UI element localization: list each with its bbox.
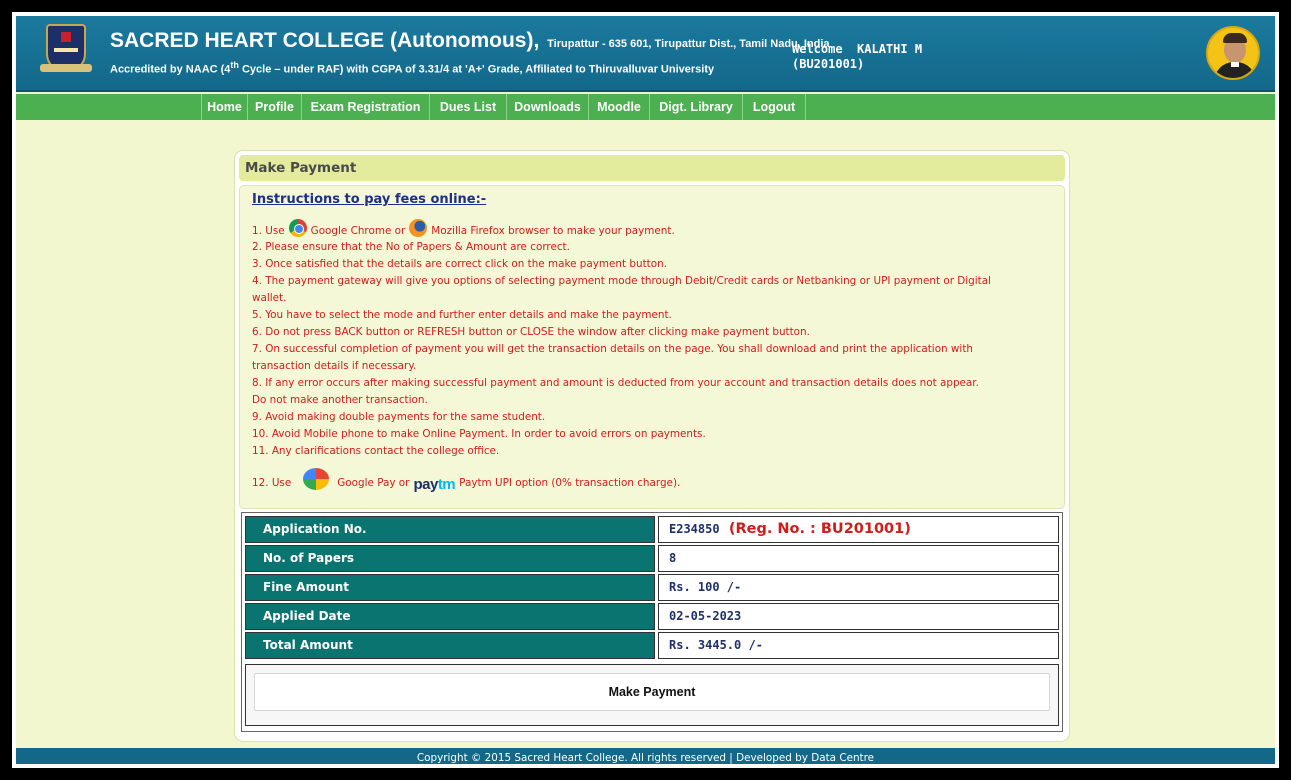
college-title: SACRED HEART COLLEGE (Autonomous), Tirup…	[110, 29, 830, 53]
chrome-icon	[288, 219, 307, 237]
welcome-message: Welcome KALATHI M (BU201001)	[792, 42, 922, 72]
detail-label: Application No.	[245, 516, 655, 543]
detail-value: 8	[658, 545, 1059, 572]
table-row: Applied Date 02-05-2023	[245, 603, 1059, 630]
college-name: SACRED HEART COLLEGE (Autonomous),	[110, 29, 540, 52]
nav-logout[interactable]: Logout	[743, 94, 806, 120]
welcome-reg-no: (BU201001)	[792, 57, 865, 71]
nav-dues-list[interactable]: Dues List	[430, 94, 507, 120]
instruction-1-b: Google Chrome or	[310, 225, 406, 237]
accreditation-pre: Accredited by NAAC (4	[110, 63, 231, 76]
detail-label: Applied Date	[245, 603, 655, 630]
table-row: No. of Papers 8	[245, 545, 1059, 572]
instruction-line: wallet.	[252, 292, 287, 304]
application-number: E234850	[669, 522, 720, 536]
welcome-user: Welcome KALATHI M	[792, 42, 923, 56]
instructions-title: Instructions to pay fees online:-	[252, 192, 487, 207]
nav-downloads[interactable]: Downloads	[507, 94, 589, 120]
payment-button-row: Make Payment	[245, 664, 1059, 726]
avatar	[1206, 26, 1260, 80]
instruction-line: 5. You have to select the mode and furth…	[252, 309, 672, 321]
instruction-12-b: Google Pay or	[337, 477, 410, 489]
college-address: Tirupattur - 635 601, Tirupattur Dist., …	[547, 38, 830, 50]
table-row: Total Amount Rs. 3445.0 /-	[245, 632, 1059, 659]
instruction-12-a: 12. Use	[252, 477, 292, 489]
instruction-12-c: Paytm UPI option (0% transaction charge)…	[459, 477, 681, 489]
accreditation-text: Accredited by NAAC (4th Cycle – under RA…	[110, 60, 714, 76]
detail-value: Rs. 100 /-	[658, 574, 1059, 601]
instruction-line: 9. Avoid making double payments for the …	[252, 411, 546, 423]
nav-exam-registration[interactable]: Exam Registration	[302, 94, 430, 120]
paytm-logo-part-1: pay	[413, 476, 438, 493]
instruction-line-1: 1. Use Google Chrome or Mozilla Firefox br…	[252, 219, 675, 237]
detail-label: No. of Papers	[245, 545, 655, 572]
instruction-line: 4. The payment gateway will give you opt…	[252, 275, 991, 287]
nav-digital-library[interactable]: Digt. Library	[650, 94, 743, 120]
nav-moodle[interactable]: Moodle	[589, 94, 650, 120]
instruction-line: 2. Please ensure that the No of Papers &…	[252, 241, 570, 253]
nav-home[interactable]: Home	[201, 94, 248, 120]
reg-number: (Reg. No. : BU201001)	[728, 521, 911, 537]
table-row: Fine Amount Rs. 100 /-	[245, 574, 1059, 601]
google-pay-icon	[303, 468, 330, 490]
college-logo-icon	[40, 24, 92, 72]
paytm-logo-icon: paytm	[413, 476, 455, 493]
footer-copyright: Copyright © 2015 Sacred Heart College. A…	[16, 748, 1275, 764]
detail-value: Rs. 3445.0 /-	[658, 632, 1059, 659]
instruction-line: 7. On successful completion of payment y…	[252, 343, 973, 355]
instruction-line: Do not make another transaction.	[252, 394, 428, 406]
instructions-box: Instructions to pay fees online:- 1. Use…	[239, 185, 1065, 509]
paytm-logo-part-2: tm	[437, 476, 456, 493]
instruction-1-a: 1. Use	[252, 225, 285, 237]
instruction-line-12: 12. Use Google Pay or paytm Paytm UPI optio…	[252, 468, 680, 493]
instruction-line: 11. Any clarifications contact the colle…	[252, 445, 500, 457]
instruction-1-c: Mozilla Firefox browser to make your pay…	[431, 225, 675, 237]
make-payment-button[interactable]: Make Payment	[254, 673, 1050, 711]
detail-label: Total Amount	[245, 632, 655, 659]
payment-details-table: Application No. E234850 (Reg. No. : BU20…	[241, 512, 1063, 732]
accreditation-post: Cycle – under RAF) with CGPA of 3.31/4 a…	[238, 63, 715, 76]
nav-bar: Home Profile Exam Registration Dues List…	[16, 94, 1275, 120]
accreditation-sup: th	[230, 60, 239, 70]
nav-profile[interactable]: Profile	[248, 94, 302, 120]
firefox-icon	[409, 219, 428, 237]
panel-title: Make Payment	[239, 155, 1065, 181]
instruction-line: transaction details if necessary.	[252, 360, 417, 372]
table-row: Application No. E234850 (Reg. No. : BU20…	[245, 516, 1059, 543]
instruction-line: 6. Do not press BACK button or REFRESH b…	[252, 326, 810, 338]
instruction-line: 10. Avoid Mobile phone to make Online Pa…	[252, 428, 706, 440]
detail-value: 02-05-2023	[658, 603, 1059, 630]
site-header: SACRED HEART COLLEGE (Autonomous), Tirup…	[16, 16, 1275, 92]
browser-frame: SACRED HEART COLLEGE (Autonomous), Tirup…	[12, 12, 1279, 768]
make-payment-panel: Make Payment Instructions to pay fees on…	[234, 150, 1070, 742]
instruction-line: 8. If any error occurs after making succ…	[252, 377, 979, 389]
detail-label: Fine Amount	[245, 574, 655, 601]
instruction-line: 3. Once satisfied that the details are c…	[252, 258, 667, 270]
detail-value: E234850 (Reg. No. : BU201001)	[658, 516, 1059, 543]
